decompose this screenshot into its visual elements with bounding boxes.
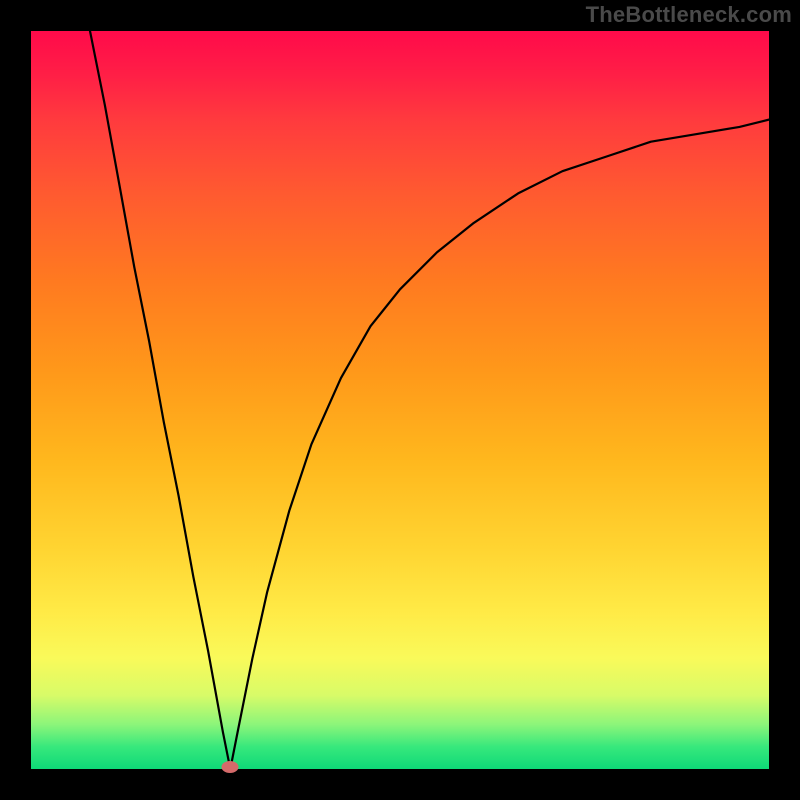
minimum-marker [222, 761, 239, 773]
curve-path [90, 31, 769, 769]
chart-frame: TheBottleneck.com [0, 0, 800, 800]
bottleneck-curve [31, 31, 769, 769]
watermark-text: TheBottleneck.com [586, 2, 792, 28]
